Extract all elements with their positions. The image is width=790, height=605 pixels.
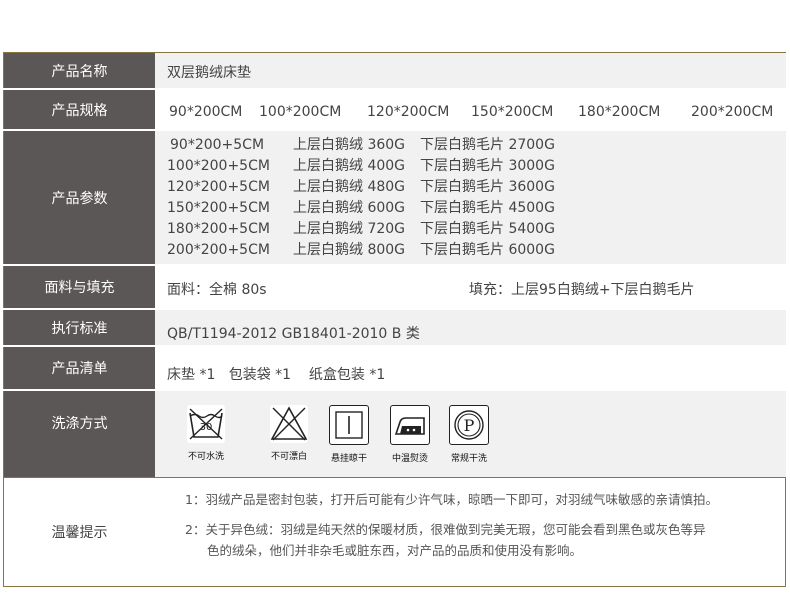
param-size: 100*200+5CM [167, 158, 270, 174]
label-product-name: 产品名称 [4, 53, 155, 88]
wash-caption: 不可水洗 [187, 452, 224, 462]
spec-size-4: 150*200CM [471, 104, 554, 120]
dry-clean-icon: P [449, 405, 489, 445]
param-size: 90*200+5CM [170, 137, 265, 153]
value-cell: 双层鹅绒床垫 [155, 53, 786, 88]
spec-size-5: 180*200CM [578, 104, 661, 120]
row-contents: 产品清单 床垫 *1 包装袋 *1 纸盒包装 *1 [3, 347, 786, 389]
value-cell: 90*200CM 100*200CM 120*200CM 150*200CM 1… [155, 90, 786, 129]
value-cell: 30 不可水洗 不可漂白 悬挂晾干 中温熨烫 P 常规干洗 [155, 391, 786, 477]
wash-item: 悬挂晾干 [321, 405, 377, 464]
param-lower: 下层白鹅毛片 2700G [420, 137, 555, 153]
param-upper: 上层白鹅绒 360G [293, 137, 406, 153]
hang-dry-icon [329, 405, 369, 445]
tip-1: 1：羽绒产品是密封包装，打开后可能有少许气味，晾晒一下即可，对羽绒气味敏感的亲请… [185, 492, 718, 507]
label-fabric-filling: 面料与填充 [4, 266, 155, 308]
wash-item: P 常规干洗 [441, 405, 497, 464]
fabric-value: 面料：全棉 80s [167, 282, 267, 298]
row-fabric-filling: 面料与填充 面料：全棉 80s 填充：上层95白鹅绒+下层白鹅毛片 [3, 266, 786, 308]
row-product-name: 产品名称 双层鹅绒床垫 [3, 53, 786, 88]
value-cell: QB/T1194-2012 GB18401-2010 B 类 [155, 310, 786, 345]
value-cell: 面料：全棉 80s 填充：上层95白鹅绒+下层白鹅毛片 [155, 266, 786, 308]
medium-iron-icon [390, 405, 430, 445]
label-tips: 温馨提示 [4, 478, 155, 586]
param-size: 200*200+5CM [167, 242, 270, 258]
product-name-value: 双层鹅绒床垫 [167, 65, 251, 81]
param-upper: 上层白鹅绒 400G [293, 158, 406, 174]
label-standard: 执行标准 [4, 310, 155, 345]
wash-item: 30 不可水洗 [178, 405, 234, 462]
wash-item: 中温熨烫 [382, 405, 438, 464]
spec-size-3: 120*200CM [367, 104, 450, 120]
value-cell: 床垫 *1 包装袋 *1 纸盒包装 *1 [155, 347, 786, 389]
tip-2-line-2: 色的绒朵，他们并非杂毛或脏东西，对产品的品质和使用没有影响。 [207, 543, 583, 558]
row-product-params: 产品参数 90*200+5CM 上层白鹅绒 360G 下层白鹅毛片 2700G … [3, 131, 786, 264]
param-upper: 上层白鹅绒 600G [293, 200, 406, 216]
spec-size-2: 100*200CM [259, 104, 342, 120]
tip-2-line-1: 2：关于异色绒：羽绒是纯天然的保暖材质，很难做到完美无瑕，您可能会看到黑色或灰色… [185, 522, 706, 537]
row-product-spec: 产品规格 90*200CM 100*200CM 120*200CM 150*20… [3, 90, 786, 129]
row-washing: 洗涤方式 30 不可水洗 不可漂白 悬挂晾干 中温熨烫 P 常规干洗 [3, 391, 786, 477]
param-lower: 下层白鹅毛片 6000G [420, 242, 555, 258]
label-product-params: 产品参数 [4, 131, 155, 264]
row-tips: 温馨提示 1：羽绒产品是密封包装，打开后可能有少许气味，晾晒一下即可，对羽绒气味… [3, 478, 786, 586]
label-contents: 产品清单 [4, 347, 155, 389]
wash-item: 不可漂白 [261, 405, 317, 462]
contents-value: 床垫 *1 包装袋 *1 纸盒包装 *1 [167, 367, 386, 383]
wash-caption: 悬挂晾干 [330, 454, 367, 464]
wash-caption: 常规干洗 [450, 454, 487, 464]
wash-caption: 中温熨烫 [391, 454, 428, 464]
filling-value: 填充：上层95白鹅绒+下层白鹅毛片 [469, 282, 695, 298]
param-lower: 下层白鹅毛片 5400G [420, 221, 555, 237]
param-upper: 上层白鹅绒 480G [293, 179, 406, 195]
spec-size-6: 200*200CM [691, 104, 774, 120]
dry-clean-letter: P [464, 416, 475, 435]
spec-size-1: 90*200CM [169, 104, 243, 120]
wash-temp: 30 [200, 422, 213, 433]
value-cell: 90*200+5CM 上层白鹅绒 360G 下层白鹅毛片 2700G 100*2… [155, 131, 786, 264]
no-machine-wash-icon: 30 [187, 405, 225, 443]
wash-caption: 不可漂白 [270, 452, 307, 462]
param-lower: 下层白鹅毛片 3000G [420, 158, 555, 174]
no-bleach-icon [270, 405, 308, 443]
param-lower: 下层白鹅毛片 4500G [420, 200, 555, 216]
param-size: 180*200+5CM [167, 221, 270, 237]
label-product-spec: 产品规格 [4, 90, 155, 129]
param-size: 120*200+5CM [167, 179, 270, 195]
param-upper: 上层白鹅绒 800G [293, 242, 406, 258]
label-washing: 洗涤方式 [4, 391, 155, 477]
param-lower: 下层白鹅毛片 3600G [420, 179, 555, 195]
param-size: 150*200+5CM [167, 200, 270, 216]
row-standard: 执行标准 QB/T1194-2012 GB18401-2010 B 类 [3, 310, 786, 345]
standard-value: QB/T1194-2012 GB18401-2010 B 类 [167, 326, 420, 342]
param-upper: 上层白鹅绒 720G [293, 221, 406, 237]
